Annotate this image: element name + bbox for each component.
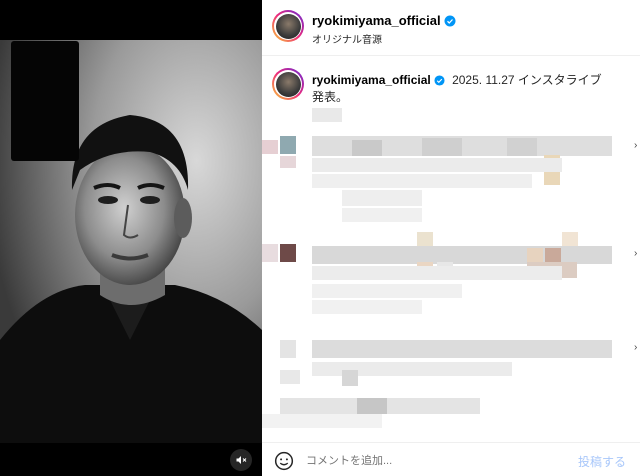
instagram-post-modal: ryokimiyama_official オリジナル音源 ryokimiyama… bbox=[0, 0, 640, 476]
author-name-row: ryokimiyama_official bbox=[312, 12, 456, 30]
post-comment-button[interactable]: 投稿する bbox=[578, 453, 626, 470]
author-username[interactable]: ryokimiyama_official bbox=[312, 13, 441, 28]
caption-avatar[interactable] bbox=[272, 68, 304, 100]
author-avatar[interactable] bbox=[272, 10, 304, 42]
chevron-right-icon[interactable]: › bbox=[634, 342, 637, 353]
media-pane[interactable] bbox=[0, 0, 262, 476]
comment-bar: 投稿する bbox=[262, 442, 640, 476]
caption-username[interactable]: ryokimiyama_official bbox=[312, 73, 431, 87]
redaction-box bbox=[11, 41, 79, 161]
verified-icon bbox=[444, 15, 456, 27]
caption-text-line1: 2025. 11.27 インスタライブ bbox=[452, 73, 602, 87]
speaker-muted-icon bbox=[236, 456, 247, 464]
audio-label[interactable]: オリジナル音源 bbox=[312, 31, 382, 46]
comments-pixelated: › › › bbox=[262, 100, 640, 430]
chevron-right-icon[interactable]: › bbox=[634, 248, 637, 259]
comment-input[interactable] bbox=[306, 452, 576, 470]
emoji-icon[interactable] bbox=[274, 451, 294, 471]
chevron-right-icon[interactable]: › bbox=[634, 140, 637, 151]
mute-toggle-button[interactable] bbox=[230, 449, 252, 471]
verified-icon bbox=[434, 75, 445, 86]
